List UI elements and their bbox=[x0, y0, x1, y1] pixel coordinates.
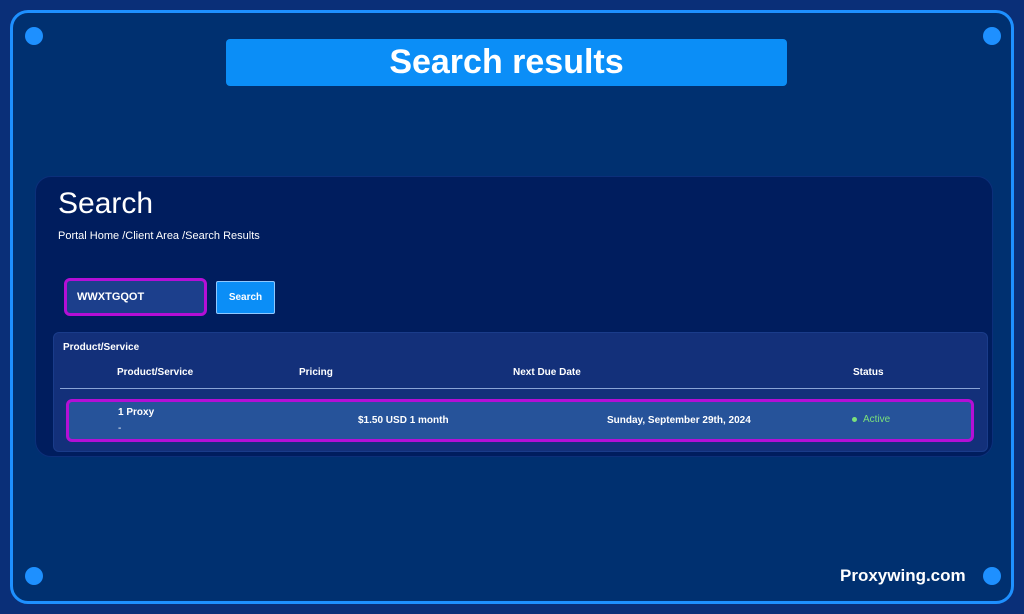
product-subtitle: - bbox=[118, 423, 122, 434]
page-title: Search bbox=[58, 187, 154, 220]
page-banner-title: Search results bbox=[226, 39, 787, 86]
corner-dot bbox=[983, 27, 1001, 45]
breadcrumb[interactable]: Portal Home /Client Area /Search Results bbox=[58, 230, 260, 242]
header-divider bbox=[60, 388, 980, 389]
corner-dot bbox=[983, 567, 1001, 585]
brand-watermark: Proxywing.com bbox=[840, 566, 966, 585]
column-header-product[interactable]: Product/Service bbox=[117, 367, 193, 378]
table-row[interactable]: 1 Proxy - $1.50 USD 1 month Sunday, Sept… bbox=[66, 399, 974, 442]
search-button[interactable]: Search bbox=[216, 281, 275, 314]
column-header-pricing[interactable]: Pricing bbox=[299, 367, 333, 378]
product-name: 1 Proxy bbox=[118, 407, 155, 418]
status-dot-icon bbox=[852, 417, 857, 422]
corner-dot bbox=[25, 567, 43, 585]
column-header-next-due-date[interactable]: Next Due Date bbox=[513, 367, 581, 378]
pricing-value: $1.50 USD 1 month bbox=[358, 415, 449, 426]
results-table: Product/Service Product/Service Pricing … bbox=[53, 332, 988, 452]
corner-dot bbox=[25, 27, 43, 45]
results-caption: Product/Service bbox=[63, 342, 140, 353]
status-label: Active bbox=[863, 414, 891, 425]
status-badge: Active bbox=[852, 414, 890, 425]
search-input[interactable]: WWXTGQOT bbox=[64, 278, 207, 316]
next-due-date-value: Sunday, September 29th, 2024 bbox=[607, 415, 751, 426]
search-panel: Search Portal Home /Client Area /Search … bbox=[35, 176, 993, 457]
column-header-status[interactable]: Status bbox=[853, 367, 884, 378]
